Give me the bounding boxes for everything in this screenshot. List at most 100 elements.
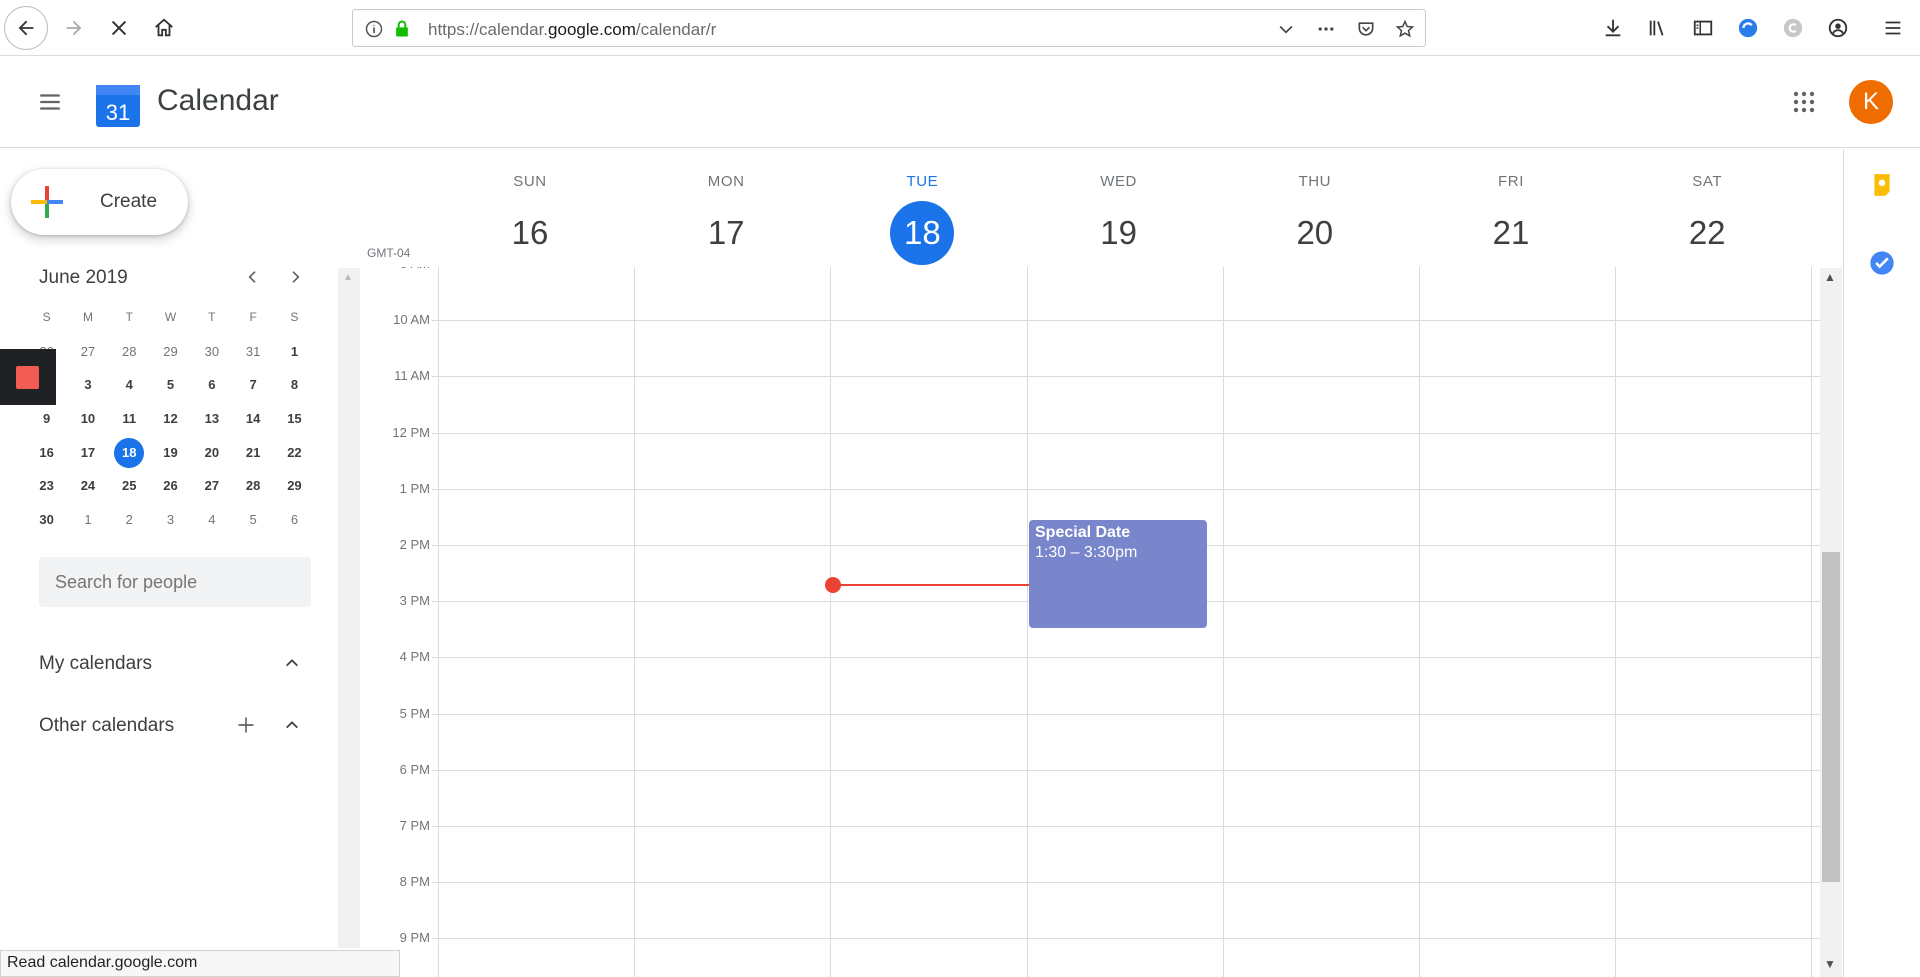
- scroll-up-icon[interactable]: ▲: [1824, 270, 1836, 284]
- mini-day[interactable]: 6: [274, 503, 315, 537]
- info-icon[interactable]: [363, 18, 385, 40]
- mini-day[interactable]: 27: [67, 335, 108, 369]
- time-label: 3 PM: [399, 593, 430, 609]
- mini-day[interactable]: 6: [191, 368, 232, 402]
- grid-scrollbar-thumb[interactable]: [1822, 552, 1840, 882]
- mini-day[interactable]: 4: [191, 503, 232, 537]
- day-number[interactable]: 20: [1283, 201, 1347, 265]
- google-apps-button[interactable]: [1784, 82, 1824, 122]
- mini-day[interactable]: 3: [67, 368, 108, 402]
- mini-day[interactable]: 25: [109, 469, 150, 503]
- mini-day[interactable]: 21: [232, 436, 273, 470]
- event-special-date[interactable]: Special Date 1:30 – 3:30pm: [1029, 520, 1207, 628]
- lock-icon[interactable]: [391, 18, 413, 40]
- mini-day[interactable]: 5: [150, 368, 191, 402]
- mini-day[interactable]: 1: [274, 335, 315, 369]
- day-number[interactable]: 16: [498, 201, 562, 265]
- mini-day[interactable]: 22: [274, 436, 315, 470]
- extension-c-button[interactable]: [1773, 8, 1813, 48]
- mini-day[interactable]: 14: [232, 402, 273, 436]
- forward-button[interactable]: [54, 8, 94, 48]
- account-button[interactable]: [1818, 8, 1858, 48]
- plus-icon: [238, 717, 254, 733]
- mini-day[interactable]: 17: [67, 436, 108, 470]
- tasks-icon[interactable]: [1868, 249, 1896, 277]
- extension-button[interactable]: [1728, 8, 1768, 48]
- day-number[interactable]: 18: [890, 201, 955, 265]
- url-bar[interactable]: https://calendar.google.com/calendar/r: [352, 9, 1426, 47]
- browser-menu-button[interactable]: [1873, 8, 1913, 48]
- mini-day[interactable]: 8: [274, 368, 315, 402]
- day-header-sat[interactable]: SAT 22: [1609, 149, 1805, 267]
- avatar[interactable]: K: [1849, 80, 1893, 124]
- mini-prev-button[interactable]: [237, 261, 269, 293]
- mini-day[interactable]: 27: [191, 469, 232, 503]
- downloads-button[interactable]: [1593, 8, 1633, 48]
- day-number[interactable]: 21: [1479, 201, 1543, 265]
- mini-day[interactable]: 31: [232, 335, 273, 369]
- mini-day[interactable]: 24: [67, 469, 108, 503]
- day-of-week: SUN: [513, 173, 547, 190]
- keep-icon[interactable]: [1868, 171, 1896, 199]
- mini-day[interactable]: 12: [150, 402, 191, 436]
- star-icon[interactable]: [1394, 18, 1416, 40]
- day-header-wed[interactable]: WED 19: [1021, 149, 1217, 267]
- day-header-thu[interactable]: THU 20: [1217, 149, 1413, 267]
- my-calendars-label[interactable]: My calendars: [39, 653, 152, 675]
- day-number[interactable]: 17: [694, 201, 758, 265]
- mini-day[interactable]: 19: [150, 436, 191, 470]
- calendar-logo-icon[interactable]: 31: [95, 82, 141, 128]
- my-calendars-collapse-button[interactable]: [278, 649, 306, 677]
- mini-day[interactable]: 18: [109, 436, 150, 470]
- mini-day[interactable]: 2: [109, 503, 150, 537]
- search-people-input[interactable]: [39, 557, 311, 607]
- mini-day[interactable]: 28: [232, 469, 273, 503]
- scroll-down-icon[interactable]: ▼: [1824, 957, 1836, 971]
- sidebar-scrollbar[interactable]: ▲: [338, 268, 360, 948]
- mini-day[interactable]: 26: [150, 469, 191, 503]
- mini-day[interactable]: 30: [26, 503, 67, 537]
- mini-day[interactable]: 28: [109, 335, 150, 369]
- add-calendar-button[interactable]: [232, 711, 260, 739]
- hour-line: [432, 826, 1820, 827]
- day-header-tue[interactable]: TUE 18: [824, 149, 1020, 267]
- mini-day[interactable]: 4: [109, 368, 150, 402]
- mini-day[interactable]: 9: [26, 402, 67, 436]
- mini-week-row: 23 24 25 26 27 28 29: [26, 469, 316, 503]
- mini-day[interactable]: 20: [191, 436, 232, 470]
- mini-day[interactable]: 29: [274, 469, 315, 503]
- mini-day[interactable]: 15: [274, 402, 315, 436]
- mini-day[interactable]: 29: [150, 335, 191, 369]
- sidebar-toggle-button[interactable]: [1683, 8, 1723, 48]
- day-header-sun[interactable]: SUN 16: [432, 149, 628, 267]
- other-calendars-label[interactable]: Other calendars: [39, 715, 174, 737]
- mini-next-button[interactable]: [279, 261, 311, 293]
- mini-day[interactable]: 23: [26, 469, 67, 503]
- stop-button[interactable]: [99, 8, 139, 48]
- mini-day[interactable]: 1: [67, 503, 108, 537]
- record-stop-button[interactable]: [0, 349, 56, 405]
- day-number[interactable]: 19: [1087, 201, 1151, 265]
- day-header-fri[interactable]: FRI 21: [1413, 149, 1609, 267]
- url-text[interactable]: https://calendar.google.com/calendar/r: [428, 20, 716, 40]
- more-icon[interactable]: [1315, 18, 1337, 40]
- main-menu-button[interactable]: [30, 82, 70, 122]
- mini-day[interactable]: 10: [67, 402, 108, 436]
- chevron-down-icon[interactable]: [1275, 18, 1297, 40]
- mini-day[interactable]: 7: [232, 368, 273, 402]
- create-button[interactable]: Create: [11, 169, 188, 235]
- mini-day[interactable]: 13: [191, 402, 232, 436]
- back-button[interactable]: [4, 6, 48, 50]
- mini-day[interactable]: 11: [109, 402, 150, 436]
- home-button[interactable]: [144, 8, 184, 48]
- day-header-mon[interactable]: MON 17: [628, 149, 824, 267]
- mini-day[interactable]: 5: [232, 503, 273, 537]
- other-calendars-collapse-button[interactable]: [278, 711, 306, 739]
- pocket-icon[interactable]: [1355, 18, 1377, 40]
- mini-day[interactable]: 30: [191, 335, 232, 369]
- day-column-line: [1419, 267, 1420, 977]
- mini-day[interactable]: 3: [150, 503, 191, 537]
- mini-day[interactable]: 16: [26, 436, 67, 470]
- day-number[interactable]: 22: [1675, 201, 1739, 265]
- library-button[interactable]: [1638, 8, 1678, 48]
